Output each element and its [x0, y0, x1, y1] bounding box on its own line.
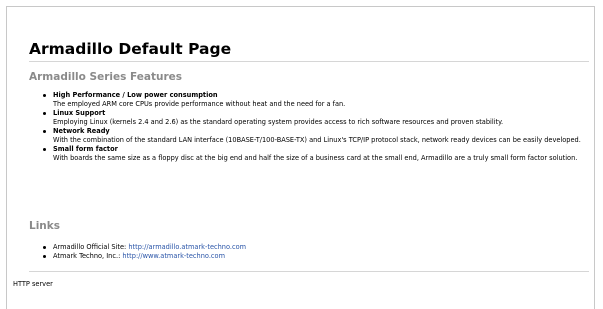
- link-item: Armadillo Official Site: http://armadill…: [43, 243, 591, 252]
- feature-title: Network Ready: [53, 127, 110, 135]
- link-item: Atmark Techno, Inc.: http://www.atmark-t…: [43, 252, 591, 261]
- features-list: High Performance / Low power consumption…: [43, 91, 591, 163]
- feature-description: With the combination of the standard LAN…: [53, 136, 581, 144]
- link-label: Armadillo Official Site:: [53, 243, 129, 251]
- link-label: Atmark Techno, Inc.:: [53, 252, 123, 260]
- server-footer: HTTP server: [13, 280, 53, 288]
- page-title: Armadillo Default Page: [29, 40, 232, 58]
- footer-divider: [29, 271, 589, 272]
- title-divider: [29, 61, 589, 62]
- features-heading: Armadillo Series Features: [29, 71, 182, 83]
- links-heading: Links: [29, 220, 60, 232]
- atmark-techno-link[interactable]: http://www.atmark-techno.com: [122, 252, 225, 260]
- feature-title: Small form factor: [53, 145, 118, 153]
- feature-item: High Performance / Low power consumption…: [43, 91, 591, 109]
- feature-item: Small form factor With boards the same s…: [43, 145, 591, 163]
- feature-item: Network Ready With the combination of th…: [43, 127, 591, 145]
- feature-title: High Performance / Low power consumption: [53, 91, 218, 99]
- page-frame: Armadillo Default Page Armadillo Series …: [6, 6, 595, 309]
- armadillo-site-link[interactable]: http://armadillo.atmark-techno.com: [128, 243, 246, 251]
- feature-item: Linux Support Employing Linux (kernels 2…: [43, 109, 591, 127]
- feature-description: With boards the same size as a floppy di…: [53, 154, 578, 162]
- feature-description: The employed ARM core CPUs provide perfo…: [53, 100, 346, 108]
- feature-title: Linux Support: [53, 109, 106, 117]
- feature-description: Employing Linux (kernels 2.4 and 2.6) as…: [53, 118, 504, 126]
- links-list: Armadillo Official Site: http://armadill…: [43, 243, 591, 261]
